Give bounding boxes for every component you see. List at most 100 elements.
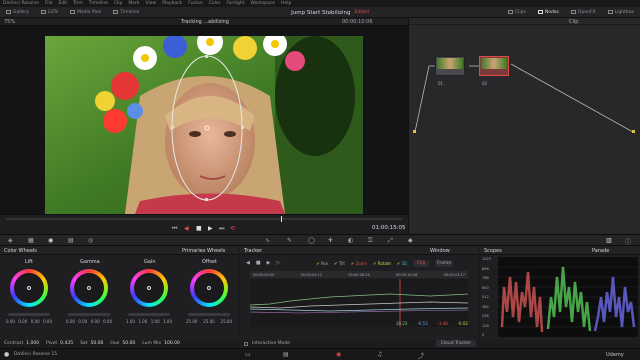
lightbox-button[interactable]: Lightbox: [602, 10, 640, 15]
rgb-mixer-icon[interactable]: ▤: [68, 237, 74, 244]
node-01[interactable]: 01: [435, 56, 465, 86]
menu-item[interactable]: View: [146, 1, 157, 6]
nodes-button[interactable]: Nodes: [532, 10, 565, 15]
frame-mode-button[interactable]: Frame: [435, 259, 454, 267]
next-clip-icon[interactable]: ⏭: [219, 225, 224, 233]
check-zoom[interactable]: ✔ Zoom: [351, 261, 367, 266]
menu-item[interactable]: Help: [281, 1, 291, 6]
check-tilt[interactable]: ✔ Tilt: [334, 261, 345, 266]
reverse-play-icon[interactable]: ◀: [184, 225, 189, 232]
key-icon[interactable]: ⚿: [368, 237, 373, 245]
luts-button[interactable]: LUTs: [35, 10, 64, 15]
info-icon[interactable]: ⓘ: [625, 237, 631, 246]
media-page-icon[interactable]: ▭: [245, 351, 251, 358]
gain-b-value[interactable]: 1.00: [163, 319, 172, 324]
camera-raw-icon[interactable]: ◈: [8, 237, 13, 244]
offset-g-value[interactable]: 25.00: [203, 319, 214, 324]
blur-icon[interactable]: ◐: [348, 237, 353, 244]
scrubber[interactable]: [6, 218, 402, 220]
color-wheels-icon[interactable]: ◉: [48, 237, 53, 244]
lift-wheel[interactable]: [10, 269, 48, 307]
menu-item[interactable]: DaVinci Resolve: [3, 1, 39, 6]
tracker-window-label[interactable]: Window: [430, 248, 450, 254]
node-02[interactable]: 02: [479, 56, 509, 86]
hue-value[interactable]: 50.00: [122, 341, 135, 346]
gamma-wheel[interactable]: [70, 269, 108, 307]
lift-r-value[interactable]: 0.00: [18, 319, 27, 324]
play-icon[interactable]: ▶: [208, 225, 213, 232]
menu-item[interactable]: Trim: [73, 1, 83, 6]
color-page-icon[interactable]: ◉: [336, 351, 341, 358]
fairlight-page-icon[interactable]: ♫: [377, 351, 382, 358]
gallery-button[interactable]: Gallery: [0, 10, 35, 15]
cloud-tracker-select[interactable]: Cloud Tracker: [436, 340, 476, 347]
gamma-g-value[interactable]: 0.00: [91, 319, 100, 324]
pivot-value[interactable]: 0.435: [60, 341, 73, 346]
lift-b-value[interactable]: 0.00: [43, 319, 52, 324]
gamma-y-value[interactable]: 0.00: [66, 319, 75, 324]
lummix-value[interactable]: 100.00: [164, 341, 180, 346]
zoom-level[interactable]: 75%: [4, 19, 15, 25]
menu-item[interactable]: Color: [209, 1, 221, 6]
edit-page-icon[interactable]: ▤: [283, 351, 289, 358]
check-3d[interactable]: ✔ 3D: [397, 261, 407, 266]
media-pool-button[interactable]: Media Pool: [64, 10, 107, 15]
timeline-button[interactable]: Timeline: [107, 10, 145, 15]
prev-clip-icon[interactable]: ⏮: [172, 225, 177, 233]
playhead-marker[interactable]: [281, 216, 282, 222]
gain-r-value[interactable]: 1.00: [138, 319, 147, 324]
menu-item[interactable]: Fairlight: [226, 1, 244, 6]
check-pan[interactable]: ✔ Pan: [316, 261, 328, 266]
window-icon[interactable]: ◯: [308, 237, 315, 244]
check-rotate[interactable]: ✔ Rotate: [373, 261, 391, 266]
offset-wheel[interactable]: [190, 269, 228, 307]
motion-effects-icon[interactable]: ◎: [88, 237, 93, 244]
3d-icon[interactable]: ◆: [408, 237, 413, 244]
contrast-value[interactable]: 1.000: [26, 341, 39, 346]
color-match-icon[interactable]: ▦: [28, 237, 34, 244]
qualifier-icon[interactable]: ✎: [287, 237, 292, 244]
offset-master-slider[interactable]: [188, 313, 230, 316]
gain-y-value[interactable]: 1.00: [126, 319, 135, 324]
clip-mode-button[interactable]: Clip: [413, 259, 430, 267]
menu-item[interactable]: Timeline: [89, 1, 108, 6]
deliver-page-icon[interactable]: ⤴: [418, 351, 424, 360]
menu-item[interactable]: File: [45, 1, 53, 6]
lift-g-value[interactable]: 0.00: [31, 319, 40, 324]
gain-wheel[interactable]: [130, 269, 168, 307]
offset-b-value[interactable]: 25.00: [221, 319, 232, 324]
sat-value[interactable]: 50.00: [90, 341, 103, 346]
menu-item[interactable]: Clip: [114, 1, 123, 6]
curves-icon[interactable]: ∿: [265, 237, 270, 244]
openfx-button[interactable]: OpenFX: [565, 10, 602, 15]
track-step-icon[interactable]: ▷: [276, 260, 280, 266]
tracker-icon[interactable]: ✛: [328, 237, 333, 244]
scopes-mode[interactable]: Parade: [592, 248, 609, 254]
menu-item[interactable]: Workspace: [250, 1, 275, 6]
menu-item[interactable]: Fusion: [188, 1, 202, 6]
gamma-b-value[interactable]: 0.00: [103, 319, 112, 324]
wheels-mode[interactable]: Primaries Wheels: [182, 248, 225, 254]
track-reverse-icon[interactable]: ◀: [246, 260, 250, 266]
viewer-image[interactable]: [45, 36, 363, 214]
track-stop-icon[interactable]: ■: [256, 260, 261, 266]
sizing-icon[interactable]: ⤢: [388, 237, 393, 245]
lift-y-value[interactable]: 0.00: [6, 319, 15, 324]
node-editor[interactable]: Clip 01 02: [408, 18, 640, 234]
menu-item[interactable]: Edit: [58, 1, 67, 6]
tracker-ruler[interactable]: 00:00:00:00 00:00:03:12 00:00:06:24 00:0…: [250, 271, 468, 278]
gamma-r-value[interactable]: 0.00: [78, 319, 87, 324]
interactive-mode-checkbox[interactable]: [244, 341, 248, 346]
loop-icon[interactable]: ⟲: [230, 225, 235, 232]
tracker-graph[interactable]: [250, 279, 468, 327]
gain-master-slider[interactable]: [128, 313, 170, 316]
lift-master-slider[interactable]: [8, 313, 50, 316]
gain-g-value[interactable]: 1.00: [151, 319, 160, 324]
gamma-master-slider[interactable]: [68, 313, 110, 316]
offset-r-value[interactable]: 25.00: [186, 319, 197, 324]
scopes-icon[interactable]: ▥: [606, 237, 612, 244]
track-forward-icon[interactable]: ▶: [267, 260, 271, 266]
stop-icon[interactable]: ■: [196, 225, 202, 232]
clips-button[interactable]: Clips: [502, 10, 532, 15]
menu-item[interactable]: Mark: [128, 1, 139, 6]
